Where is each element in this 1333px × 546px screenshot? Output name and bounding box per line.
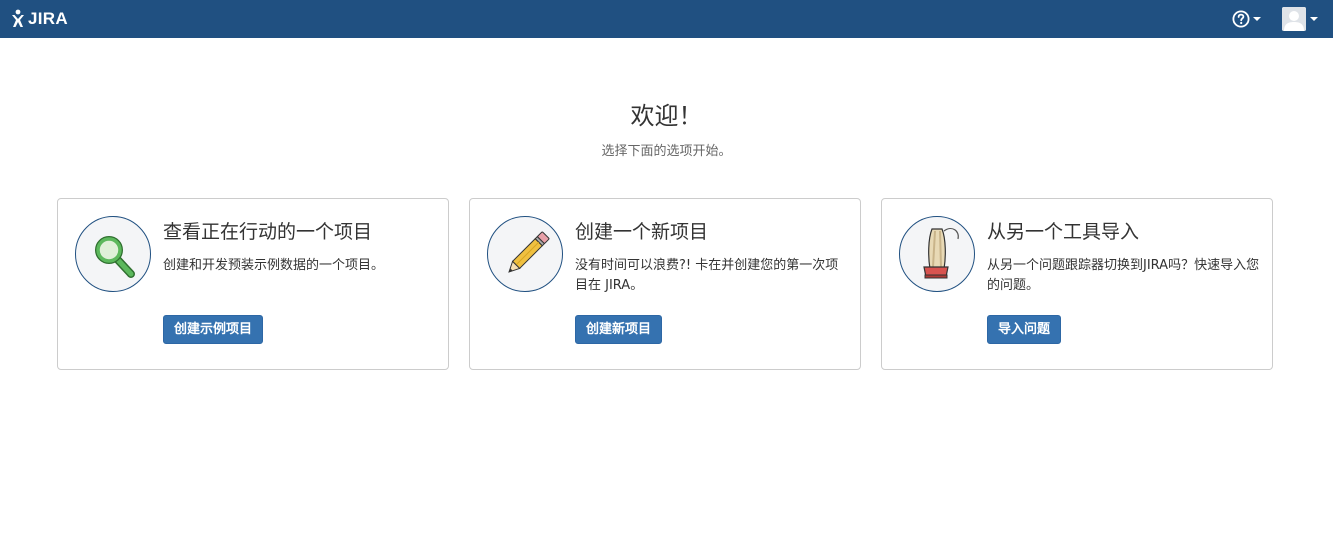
import-issues-button[interactable]: 导入问题: [987, 315, 1062, 344]
card-icon-circle: [899, 216, 975, 292]
top-navigation-bar: JIRA: [0, 0, 1333, 38]
chevron-down-icon: [1310, 17, 1318, 21]
import-card: 从另一个工具导入 从另一个问题跟踪器切换到JIRA吗？快速导入您的问题。 导入问…: [881, 198, 1273, 370]
magnifier-icon: [95, 236, 135, 278]
new-project-card: 创建一个新项目 没有时间可以浪费?! 卡在并创建您的第一次项目在 JIRA。 创…: [469, 198, 861, 370]
sample-project-card: 查看正在行动的一个项目 创建和开发预装示例数据的一个项目。 创建示例项目: [57, 198, 449, 370]
card-title: 创建一个新项目: [575, 221, 709, 243]
user-profile-menu[interactable]: [1282, 6, 1318, 32]
avatar-icon: [1282, 7, 1306, 31]
card-icon-circle: [75, 216, 151, 292]
jira-logo[interactable]: JIRA: [10, 8, 68, 30]
card-icon-circle: [487, 216, 563, 292]
card-title: 从另一个工具导入: [987, 221, 1140, 243]
welcome-title: 欢迎！: [630, 102, 703, 130]
card-description: 从另一个问题跟踪器切换到JIRA吗？快速导入您的问题。: [987, 258, 1260, 293]
chevron-down-icon: [1253, 17, 1261, 21]
welcome-subtitle: 选择下面的选项开始。: [601, 144, 732, 159]
card-description: 没有时间可以浪费?! 卡在并创建您的第一次项目在 JIRA。: [575, 258, 839, 293]
vacuum-icon: [923, 227, 959, 279]
help-menu-button[interactable]: [1232, 9, 1261, 29]
help-icon: [1232, 10, 1250, 28]
card-title: 查看正在行动的一个项目: [163, 221, 373, 243]
avatar: [1282, 7, 1306, 31]
create-sample-project-button[interactable]: 创建示例项目: [163, 315, 264, 344]
create-new-project-button[interactable]: 创建新项目: [575, 315, 663, 344]
logo-text: JIRA: [28, 9, 68, 28]
card-description: 创建和开发预装示例数据的一个项目。: [163, 258, 385, 273]
jira-logo-icon: [12, 9, 24, 27]
pencil-icon: [508, 231, 550, 273]
